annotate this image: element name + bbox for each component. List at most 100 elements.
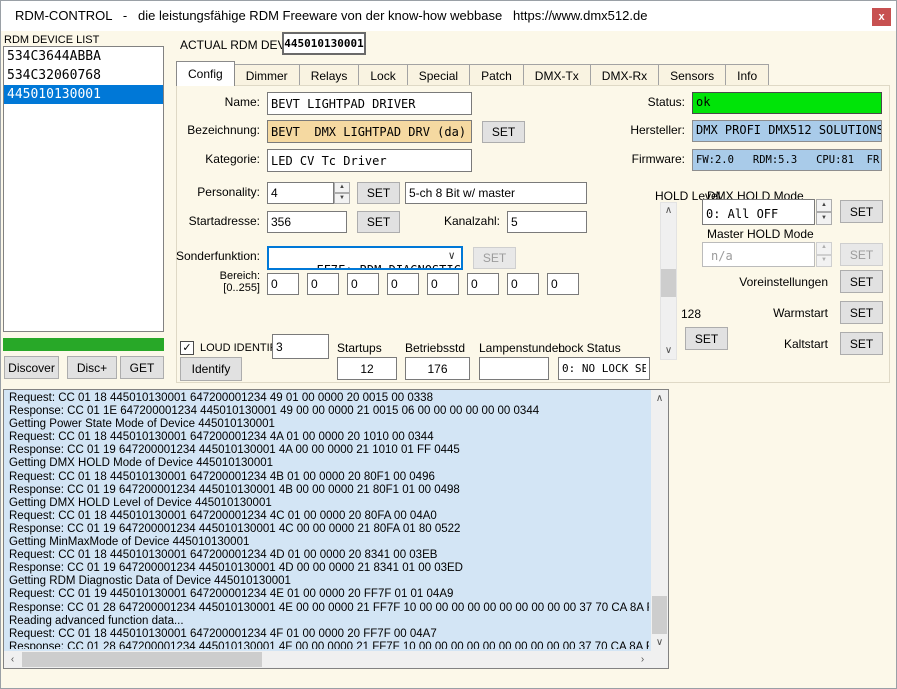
log-line: Request: CC 01 18 445010130001 647200001…	[9, 628, 649, 641]
tab-patch[interactable]: Patch	[469, 64, 524, 86]
log-hscrollbar[interactable]: ‹ ›	[4, 651, 651, 668]
bereich-input-8[interactable]	[547, 273, 579, 295]
startadresse-input[interactable]	[267, 211, 347, 233]
close-button[interactable]: x	[872, 8, 891, 26]
kaltstart-set-button[interactable]: SET	[840, 332, 883, 355]
bereich-input-6[interactable]	[467, 273, 499, 295]
master-hold-mode-label: Master HOLD Mode	[707, 227, 814, 241]
log-scroll-down-icon[interactable]: ∨	[651, 634, 668, 651]
tab-special[interactable]: Special	[407, 64, 470, 86]
personality-desc-field	[405, 182, 587, 204]
hold-scroll-up-icon[interactable]: ∧	[661, 203, 676, 219]
log-vscroll-thumb[interactable]	[652, 596, 667, 634]
get-button[interactable]: GET	[120, 356, 164, 379]
lampenstunden-field	[479, 357, 549, 380]
dmx-hold-mode-input[interactable]	[702, 199, 815, 225]
hersteller-field: DMX PROFI DMX512 SOLUTIONS	[692, 120, 882, 142]
log-area[interactable]: Request: CC 01 18 445010130001 647200001…	[3, 389, 669, 669]
log-line: Request: CC 01 18 445010130001 647200001…	[9, 510, 649, 523]
log-line: Response: CC 01 19 647200001234 44501013…	[9, 523, 649, 536]
identify-count-input[interactable]	[272, 334, 329, 359]
tab-dmx-tx[interactable]: DMX-Tx	[523, 64, 591, 86]
master-hold-spin-down-icon: ▼	[816, 255, 832, 268]
sonderfunktion-set-button: SET	[473, 247, 516, 269]
loud-identify-checkbox[interactable]: ✓	[180, 341, 194, 355]
voreinstellungen-label: Voreinstellungen	[739, 275, 828, 289]
warmstart-set-button[interactable]: SET	[840, 301, 883, 324]
bereich-input-5[interactable]	[427, 273, 459, 295]
sonderfunktion-value: FF7F: RDM DIAGNOSTIC OUT	[316, 263, 463, 270]
tab-info[interactable]: Info	[725, 64, 769, 86]
kategorie-input[interactable]	[267, 149, 472, 172]
kaltstart-label: Kaltstart	[784, 337, 828, 351]
disc-plus-button[interactable]: Disc+	[67, 356, 117, 379]
tab-dimmer[interactable]: Dimmer	[234, 64, 300, 86]
bereich-input-1[interactable]	[267, 273, 299, 295]
tab-lock[interactable]: Lock	[358, 64, 407, 86]
bereich-input-7[interactable]	[507, 273, 539, 295]
checkbox-check-icon: ✓	[182, 342, 191, 354]
app-window: RDM-CONTROL - die leistungsfähige RDM Fr…	[0, 0, 897, 689]
voreinstellungen-set-button[interactable]: SET	[840, 270, 883, 293]
log-hscroll-thumb[interactable]	[22, 652, 262, 667]
log-line: Getting MinMaxMode of Device 44501013000…	[9, 536, 649, 549]
device-list-item[interactable]: 534C32060768	[4, 66, 163, 85]
kategorie-label: Kategorie:	[205, 152, 260, 166]
device-list-item[interactable]: 534C3644ABBA	[4, 47, 163, 66]
master-hold-set-button: SET	[840, 243, 883, 266]
hold-scroll-thumb[interactable]	[661, 269, 676, 297]
discover-button[interactable]: Discover	[4, 356, 59, 379]
dmx-hold-spin-up-icon[interactable]: ▲	[816, 199, 832, 212]
log-line: Request: CC 01 19 445010130001 647200001…	[9, 588, 649, 601]
dmx-hold-spin-down-icon[interactable]: ▼	[816, 212, 832, 225]
log-vscrollbar[interactable]: ∧ ∨	[651, 390, 668, 651]
betriebsstd-label: Betriebsstd	[405, 341, 465, 355]
device-list[interactable]: 534C3644ABBA534C32060768445010130001	[3, 46, 164, 332]
name-input[interactable]	[267, 92, 472, 115]
bezeichnung-set-button[interactable]: SET	[482, 121, 525, 143]
personality-input[interactable]	[267, 182, 334, 204]
startadresse-set-button[interactable]: SET	[357, 211, 400, 233]
warmstart-label: Warmstart	[773, 306, 828, 320]
hold-level-set-button[interactable]: SET	[685, 327, 728, 350]
log-line: Response: CC 01 19 647200001234 44501013…	[9, 444, 649, 457]
master-hold-spin-up-icon: ▲	[816, 242, 832, 255]
log-line: Getting DMX HOLD Level of Device 4450101…	[9, 497, 649, 510]
log-line: Reading advanced function data...	[9, 615, 649, 628]
status-field: ok	[692, 92, 882, 114]
log-line: Response: CC 01 19 647200001234 44501013…	[9, 562, 649, 575]
log-line: Getting DMX HOLD Mode of Device 44501013…	[9, 457, 649, 470]
tab-relays[interactable]: Relays	[299, 64, 360, 86]
dmx-hold-set-button[interactable]: SET	[840, 200, 883, 223]
bezeichnung-label: Bezeichnung:	[187, 123, 260, 137]
tab-dmx-rx[interactable]: DMX-Rx	[590, 64, 659, 86]
log-lines: Request: CC 01 18 445010130001 647200001…	[9, 392, 649, 649]
bereich-input-2[interactable]	[307, 273, 339, 295]
personality-spin-down-icon[interactable]: ▼	[334, 193, 350, 204]
log-scroll-left-icon[interactable]: ‹	[4, 651, 21, 668]
startups-field	[337, 357, 397, 380]
startups-label: Startups	[337, 341, 382, 355]
log-line: Response: CC 01 1E 647200001234 44501013…	[9, 405, 649, 418]
sonderfunktion-combobox[interactable]: FF7F: RDM DIAGNOSTIC OUT ∨	[267, 246, 463, 270]
personality-spinner: ▲ ▼	[334, 182, 350, 204]
hold-scroll-down-icon[interactable]: ∨	[661, 343, 676, 359]
hold-level-scrollbar[interactable]: ∧ ∨	[660, 202, 677, 360]
identify-button[interactable]: Identify	[180, 357, 242, 381]
bezeichnung-input[interactable]	[267, 120, 472, 143]
tab-config[interactable]: Config	[176, 61, 235, 86]
window-title: RDM-CONTROL - die leistungsfähige RDM Fr…	[15, 1, 647, 31]
bereich-input-3[interactable]	[347, 273, 379, 295]
bereich-input-4[interactable]	[387, 273, 419, 295]
tab-sensors[interactable]: Sensors	[658, 64, 726, 86]
log-scroll-up-icon[interactable]: ∧	[651, 390, 668, 407]
personality-set-button[interactable]: SET	[357, 182, 400, 204]
log-line: Response: CC 01 28 647200001234 44501013…	[9, 602, 649, 615]
kanalzahl-input[interactable]	[507, 211, 587, 233]
sonderfunktion-label: Sonderfunktion:	[176, 249, 260, 263]
master-hold-mode-input	[702, 242, 815, 267]
device-list-item[interactable]: 445010130001	[4, 85, 163, 104]
log-scroll-right-icon[interactable]: ›	[634, 651, 651, 668]
combo-caret-icon[interactable]: ∨	[448, 249, 455, 262]
personality-spin-up-icon[interactable]: ▲	[334, 182, 350, 193]
